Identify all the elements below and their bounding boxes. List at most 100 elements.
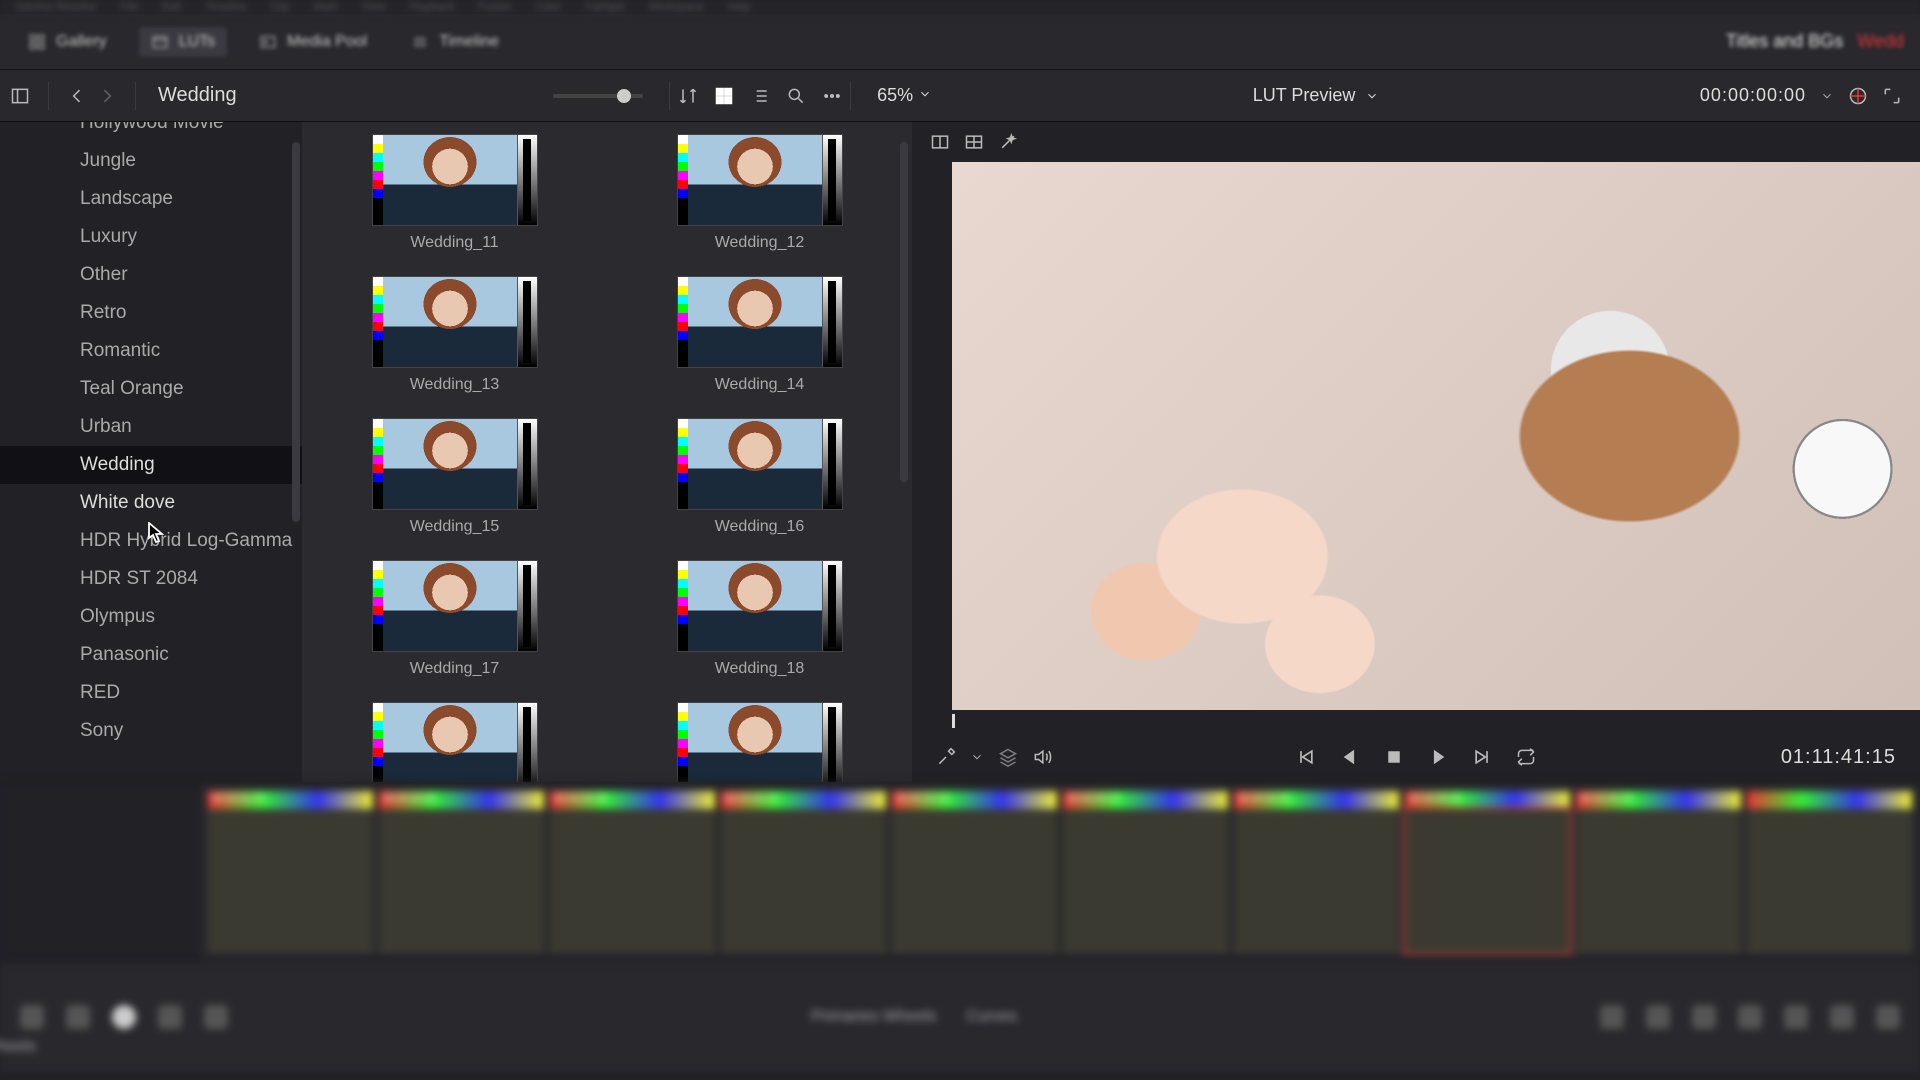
gallery-button[interactable]: Gallery [16,27,119,57]
lut-thumb[interactable]: Wedding_17 [332,560,577,678]
timeline-clip[interactable]: 00:00:02:23 [1063,791,1228,953]
tool-icon[interactable] [66,1005,90,1029]
tool-icon[interactable] [1646,1005,1670,1029]
timeline-clip[interactable]: 00:00:01:40 [208,791,373,953]
thumb-label: Wedding_13 [410,376,500,394]
viewer-timecode-in[interactable]: 00:00:00:00 [1700,85,1806,106]
more-icon[interactable] [822,86,842,106]
list-view-icon[interactable] [750,86,770,106]
sidebar-item-olympus[interactable]: Olympus [0,598,302,636]
page-toolbar: Gallery LUTs Media Pool Timeline Titles … [0,14,1920,70]
scopes-icon[interactable] [1848,86,1868,106]
project-badge: Titles and BGs Wedd [1726,31,1904,52]
sidebar-item-retro[interactable]: Retro [0,294,302,332]
chevron-down-icon[interactable] [970,750,984,764]
folder-title: Wedding [144,84,251,107]
thumb-label: Wedding_11 [410,234,498,252]
color-picker-icon[interactable] [936,747,956,767]
tool-icon[interactable] [1692,1005,1716,1029]
timeline-label: Timeline [439,33,499,51]
sidebar-item-urban[interactable]: Urban [0,408,302,446]
timeline-clip[interactable]: 00:00:00:00 [1234,791,1399,953]
sidebar-item-hollywood-movie[interactable]: Hollywood Movie [0,122,302,142]
tool-icon[interactable] [204,1005,228,1029]
preview-viewport[interactable] [952,162,1920,710]
search-icon[interactable] [786,86,806,106]
speaker-icon[interactable] [1032,747,1052,767]
panel-label: Primaries Wheels [811,1008,936,1026]
grid-view-icon[interactable] [714,86,734,106]
sidebar-item-hdr-st-2084[interactable]: HDR ST 2084 [0,560,302,598]
sidebar-item-panasonic[interactable]: Panasonic [0,636,302,674]
sidebar-item-white-dove[interactable]: White dove [0,484,302,522]
lut-thumb[interactable]: Wedding_20 [637,702,882,782]
timeline-clip[interactable]: 00:00:00:00 [550,791,715,953]
magic-wand-icon[interactable] [998,132,1018,152]
timeline-clip[interactable]: 00:00:00:00 [379,791,544,953]
media-pool-button[interactable]: Media Pool [247,27,379,57]
lut-thumb[interactable]: Wedding_19 [332,702,577,782]
zoom-dropdown[interactable]: 65% [877,85,932,106]
panel-label: Color Wheels [0,1038,36,1056]
chevron-down-icon[interactable] [1820,89,1834,103]
sidebar-item-jungle[interactable]: Jungle [0,142,302,180]
tool-icon[interactable] [1600,1005,1624,1029]
gallery-label: Gallery [56,33,107,51]
layers-icon[interactable] [998,747,1018,767]
tool-icon[interactable] [158,1005,182,1029]
sidebar-item-other[interactable]: Other [0,256,302,294]
expand-icon[interactable] [1882,86,1902,106]
tool-icon[interactable] [1738,1005,1762,1029]
sidebar-scrollbar[interactable] [292,142,300,522]
panel-label: Curves [966,1008,1017,1026]
viewer-scrubber[interactable] [952,714,1920,728]
go-end-icon[interactable] [1472,747,1492,767]
media-pool-label: Media Pool [287,33,367,51]
timeline-clip[interactable]: 00:00:00:00 [1405,791,1570,953]
play-icon[interactable] [1428,747,1448,767]
go-start-icon[interactable] [1296,747,1316,767]
nav-forward-button[interactable] [97,86,117,106]
lut-preview-dropdown[interactable]: LUT Preview [1253,85,1380,106]
tool-icon[interactable] [1830,1005,1854,1029]
split-screen-icon[interactable] [964,132,984,152]
chevron-down-icon [1365,89,1379,103]
sort-icon[interactable] [678,86,698,106]
sidebar-item-luxury[interactable]: Luxury [0,218,302,256]
stop-icon[interactable] [1384,747,1404,767]
luts-button[interactable]: LUTs [139,27,227,57]
tool-icon[interactable] [1784,1005,1808,1029]
clip-timeline[interactable]: 00:00:01:4000:00:00:0000:00:00:0000:00:0… [0,782,1920,962]
timeline-clip[interactable] [1747,791,1912,953]
lut-thumb[interactable]: Wedding_13 [332,276,577,394]
step-back-icon[interactable] [1340,747,1360,767]
sidebar-item-red[interactable]: RED [0,674,302,712]
tool-icon[interactable] [112,1005,136,1029]
tool-icon[interactable] [20,1005,44,1029]
sidebar-item-hdr-hybrid-log-gamma[interactable]: HDR Hybrid Log-Gamma [0,522,302,560]
lut-thumb[interactable]: Wedding_14 [637,276,882,394]
playhead-timecode[interactable]: 01:11:41:15 [1781,746,1896,769]
sidebar-item-romantic[interactable]: Romantic [0,332,302,370]
image-wipe-icon[interactable] [930,132,950,152]
luts-label: LUTs [179,33,215,51]
thumb-scrollbar[interactable] [900,142,908,482]
timeline-clip[interactable]: 00:00:02:23 [721,791,886,953]
sidebar-item-teal-orange[interactable]: Teal Orange [0,370,302,408]
lut-thumb[interactable]: Wedding_11 [332,134,577,252]
sidebar-item-wedding[interactable]: Wedding [0,446,302,484]
nav-back-button[interactable] [67,86,87,106]
loop-icon[interactable] [1516,747,1536,767]
thumb-size-slider[interactable] [553,94,643,98]
lut-thumb[interactable]: Wedding_15 [332,418,577,536]
sidebar-toggle-button[interactable] [0,86,40,106]
lut-thumb[interactable]: Wedding_16 [637,418,882,536]
timeline-clip[interactable]: 00:00:02:23 [892,791,1057,953]
sidebar-item-sony[interactable]: Sony [0,712,302,750]
timeline-button[interactable]: Timeline [399,27,511,57]
lut-thumb[interactable]: Wedding_18 [637,560,882,678]
timeline-clip[interactable]: 00:00:00:00 [1576,791,1741,953]
lut-thumb[interactable]: Wedding_12 [637,134,882,252]
tool-icon[interactable] [1876,1005,1900,1029]
sidebar-item-landscape[interactable]: Landscape [0,180,302,218]
